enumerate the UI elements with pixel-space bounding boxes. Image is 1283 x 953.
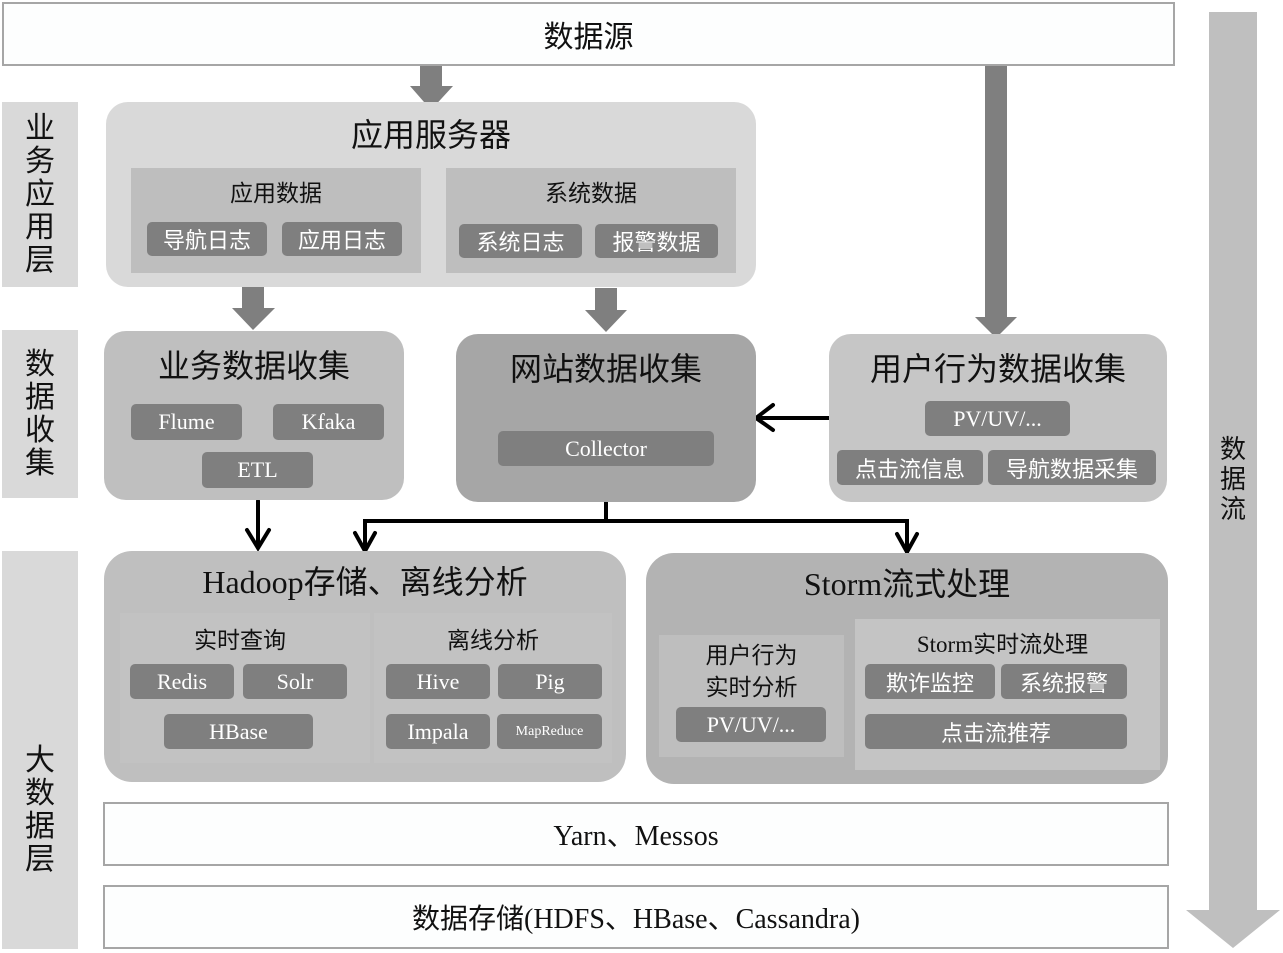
chip-app-log: 应用日志 bbox=[282, 222, 402, 256]
chip-sys-log: 系统日志 bbox=[459, 224, 582, 258]
chip-nav-data-collect: 导航数据采集 bbox=[988, 450, 1156, 485]
user-collect-title: 用户行为数据收集 bbox=[869, 351, 1126, 387]
arrow-sys-to-web-collect bbox=[585, 288, 627, 332]
storm-card: Storm流式处理 用户行为 实时分析 PV/UV/... Storm实时流处理… bbox=[646, 553, 1168, 784]
arrow-user-to-web-collect bbox=[752, 403, 831, 432]
arrow-web-to-hadoop-storm bbox=[353, 500, 919, 557]
chip-system-alarm: 系统报警 bbox=[1001, 664, 1127, 699]
chip-hbase: HBase bbox=[164, 714, 313, 749]
chip-pv-uv: PV/UV/... bbox=[925, 401, 1070, 436]
chip-etl: ETL bbox=[202, 452, 313, 488]
arrow-business-to-hadoop bbox=[245, 499, 271, 552]
chip-mapreduce: MapReduce bbox=[497, 714, 602, 749]
chip-collector: Collector bbox=[498, 431, 714, 466]
chip-redis: Redis bbox=[130, 664, 234, 699]
arrow-app-to-business-collect bbox=[232, 286, 275, 330]
app-server-title: 应用服务器 bbox=[350, 117, 511, 153]
web-collect-title: 网站数据收集 bbox=[509, 351, 702, 387]
chip-solr: Solr bbox=[243, 664, 347, 699]
chip-impala: Impala bbox=[386, 714, 490, 749]
chip-fraud-monitor: 欺诈监控 bbox=[865, 664, 995, 699]
layer-label-data-collection: 数据收集 bbox=[2, 330, 78, 498]
user-realtime-title-line1: 用户行为 bbox=[705, 643, 798, 668]
user-realtime-panel: 用户行为 实时分析 PV/UV/... bbox=[659, 635, 844, 757]
dataflow-label-text: 数据流 bbox=[1219, 435, 1246, 524]
storm-title: Storm流式处理 bbox=[803, 566, 1011, 602]
layer-label-big-data: 大数据层 bbox=[2, 551, 78, 949]
chip-clickstream-info: 点击流信息 bbox=[837, 450, 983, 485]
chip-hive: Hive bbox=[386, 664, 490, 699]
storm-stream-panel: Storm实时流处理 欺诈监控 系统报警 点击流推荐 bbox=[855, 619, 1160, 770]
chip-alarm-data: 报警数据 bbox=[595, 224, 718, 258]
hadoop-title: Hadoop存储、离线分析 bbox=[202, 564, 528, 600]
app-data-panel: 应用数据 导航日志 应用日志 bbox=[131, 168, 421, 273]
data-source-label: 数据源 bbox=[543, 21, 634, 54]
chip-storm-pv-uv: PV/UV/... bbox=[676, 707, 826, 742]
realtime-query-panel: 实时查询 Redis Solr HBase bbox=[120, 613, 370, 763]
sys-data-title: 系统数据 bbox=[545, 181, 637, 206]
layer-label-text: 大数据层 bbox=[25, 744, 55, 876]
storm-stream-title: Storm实时流处理 bbox=[916, 632, 1089, 657]
chip-kfaka: Kfaka bbox=[273, 404, 384, 440]
layer-label-text: 数据收集 bbox=[25, 348, 55, 480]
chip-flume: Flume bbox=[131, 404, 242, 440]
user-realtime-title-line2: 实时分析 bbox=[705, 675, 798, 700]
storage-box: 数据存储(HDFS、HBase、Cassandra) bbox=[103, 885, 1169, 949]
app-data-title: 应用数据 bbox=[230, 181, 322, 206]
user-collect-card: 用户行为数据收集 PV/UV/... 点击流信息 导航数据采集 bbox=[829, 334, 1167, 502]
data-source-box: 数据源 bbox=[2, 2, 1175, 66]
offline-panel: 离线分析 Hive Pig Impala MapReduce bbox=[374, 613, 612, 763]
layer-label-text: 业务应用层 bbox=[25, 112, 55, 277]
yarn-box: Yarn、Messos bbox=[103, 802, 1169, 866]
hadoop-card: Hadoop存储、离线分析 实时查询 Redis Solr HBase 离线分析… bbox=[104, 551, 626, 782]
yarn-label: Yarn、Messos bbox=[553, 821, 719, 852]
chip-pig: Pig bbox=[498, 664, 602, 699]
storage-label: 数据存储(HDFS、HBase、Cassandra) bbox=[412, 904, 860, 935]
layer-label-business-app: 业务应用层 bbox=[2, 102, 78, 287]
sys-data-panel: 系统数据 系统日志 报警数据 bbox=[446, 168, 736, 273]
dataflow-label: 数据流 bbox=[1209, 430, 1257, 530]
realtime-query-title: 实时查询 bbox=[194, 628, 286, 653]
offline-title: 离线分析 bbox=[447, 628, 539, 653]
arrow-source-to-user-collect bbox=[975, 65, 1017, 338]
chip-clickstream-recommend: 点击流推荐 bbox=[865, 714, 1127, 749]
business-collect-title: 业务数据收集 bbox=[157, 348, 350, 384]
web-collect-card: 网站数据收集 Collector bbox=[456, 334, 756, 502]
app-server-card: 应用服务器 应用数据 导航日志 应用日志 系统数据 系统日志 报警数据 bbox=[106, 102, 756, 287]
business-collect-card: 业务数据收集 Flume Kfaka ETL bbox=[104, 331, 404, 500]
chip-nav-log: 导航日志 bbox=[147, 222, 267, 256]
